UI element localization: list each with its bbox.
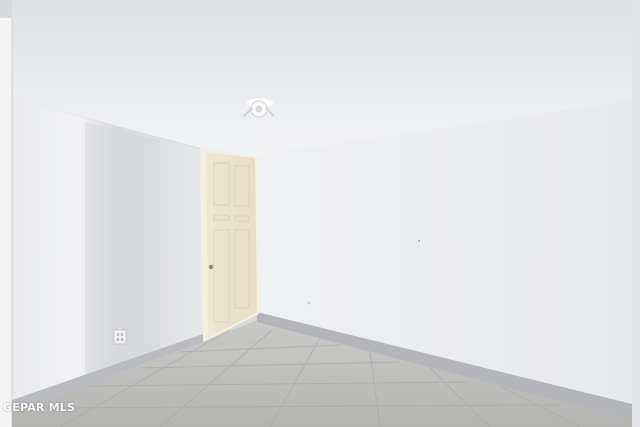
left-wall-edge: [0, 18, 12, 427]
left-wall-shadow: [85, 122, 160, 390]
wall-nail: [418, 240, 420, 242]
room-photo: [0, 0, 640, 427]
door-knob-icon: [208, 264, 214, 270]
right-wall-edge: [632, 0, 640, 427]
wall-plug-mark: [307, 301, 311, 305]
watermark: GEPAR MLS: [3, 401, 76, 414]
wall-outlet-icon: [113, 329, 127, 345]
